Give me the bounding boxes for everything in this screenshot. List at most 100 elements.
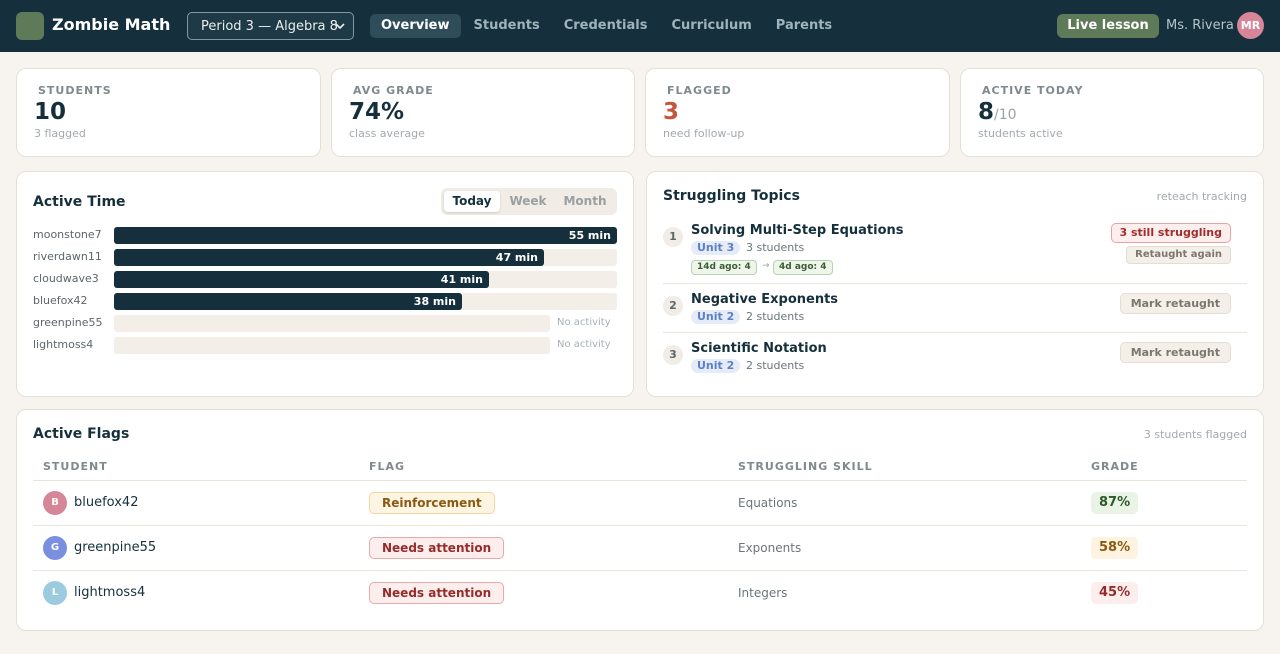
topic-item: 2 Negative Exponents Unit 2 2 students M… <box>663 292 1247 332</box>
retaught-again-button[interactable]: Retaught again <box>1126 246 1231 264</box>
history-tag: 4d ago: 4 <box>773 260 833 275</box>
range-today[interactable]: Today <box>444 191 500 212</box>
topic-title: Negative Exponents <box>691 292 839 307</box>
nav-credentials[interactable]: Credentials <box>553 14 659 38</box>
stat-label: ACTIVE TODAY <box>982 84 1084 97</box>
student-avatar: G <box>43 536 67 560</box>
teacher-name: Ms. Rivera <box>1166 18 1234 33</box>
range-selector: Today Week Month <box>441 188 617 215</box>
nav-parents[interactable]: Parents <box>765 14 843 38</box>
column-header-flag: FLAG <box>369 460 406 473</box>
column-header-grade: GRADE <box>1091 460 1139 473</box>
struggling-skill: Equations <box>738 496 798 510</box>
divider <box>663 283 1247 284</box>
range-month[interactable]: Month <box>556 191 614 212</box>
topic-number: 3 <box>663 345 683 365</box>
still-struggling-badge: 3 still struggling <box>1110 223 1231 243</box>
student-name[interactable]: lightmoss4 <box>74 585 145 600</box>
divider <box>663 332 1247 333</box>
class-selector-value: Period 3 — Algebra 8 <box>201 18 338 34</box>
topic-item: 1 Solving Multi-Step Equations Unit 3 3 … <box>663 223 1247 278</box>
stat-card-flagged: FLAGGED 3 need follow-up <box>645 68 950 157</box>
stat-value: 8/10 <box>978 99 1017 125</box>
column-header-skill: STRUGGLING SKILL <box>738 460 873 473</box>
range-week[interactable]: Week <box>500 191 556 212</box>
flag-badge: Needs attention <box>369 537 505 559</box>
nav-curriculum[interactable]: Curriculum <box>660 14 762 38</box>
teacher-avatar[interactable]: MR <box>1237 12 1264 39</box>
stat-sub: class average <box>349 127 425 140</box>
app-logo-icon <box>16 12 44 40</box>
stat-value: 10 <box>34 99 66 125</box>
topic-student-count: 2 students <box>746 310 805 323</box>
stat-denominator: /10 <box>994 107 1017 123</box>
topic-student-count: 3 students <box>746 241 805 254</box>
column-header-student: STUDENT <box>43 460 108 473</box>
struggling-topics-title: Struggling Topics <box>663 188 800 204</box>
topic-title: Scientific Notation <box>691 341 827 356</box>
active-time-row: bluefox42 38 min <box>33 292 617 310</box>
table-row[interactable]: L lightmoss4 Needs attention Integers 45… <box>33 570 1247 615</box>
topic-number: 1 <box>663 227 683 247</box>
bar-value-label: 47 min <box>495 251 538 264</box>
history-arrow: → <box>762 261 770 271</box>
flag-badge: Reinforcement <box>369 492 495 514</box>
unit-tag: Unit 3 <box>691 241 741 255</box>
stat-label: FLAGGED <box>667 84 732 97</box>
top-bar: Zombie Math Period 3 — Algebra 8 Overvie… <box>0 0 1280 52</box>
main-nav: Overview Students Credentials Curriculum… <box>370 14 845 38</box>
student-name: bluefox42 <box>33 294 88 307</box>
flagged-count-label: 3 students flagged <box>1143 428 1247 441</box>
student-name[interactable]: greenpine55 <box>74 540 156 555</box>
stat-card-students: STUDENTS 10 3 flagged <box>16 68 321 157</box>
struggling-skill: Integers <box>738 586 788 600</box>
nav-overview[interactable]: Overview <box>370 14 461 38</box>
active-time-card: Active Time Today Week Month moonstone7 5… <box>16 171 634 397</box>
student-avatar: B <box>43 491 67 515</box>
table-row[interactable]: B bluefox42 Reinforcement Equations 87% <box>33 480 1247 525</box>
class-selector[interactable]: Period 3 — Algebra 8 <box>187 12 354 40</box>
active-flags-card: Active Flags 3 students flagged STUDENT … <box>16 409 1264 631</box>
table-row[interactable]: G greenpine55 Needs attention Exponents … <box>33 525 1247 570</box>
active-time-row: lightmoss4 No activity <box>33 336 617 354</box>
no-activity-label: No activity <box>557 339 611 350</box>
struggling-skill: Exponents <box>738 541 802 555</box>
nav-students[interactable]: Students <box>463 14 551 38</box>
active-time-title: Active Time <box>33 194 126 210</box>
student-name: greenpine55 <box>33 316 103 329</box>
student-name: cloudwave3 <box>33 272 99 285</box>
grade-badge: 58% <box>1091 537 1139 559</box>
active-time-row: cloudwave3 41 min <box>33 270 617 288</box>
topic-item: 3 Scientific Notation Unit 2 2 students … <box>663 341 1247 381</box>
mark-retaught-button[interactable]: Mark retaught <box>1119 293 1231 314</box>
stat-label: STUDENTS <box>38 84 112 97</box>
history-tag: 14d ago: 4 <box>691 260 757 275</box>
live-lesson-button[interactable]: Live lesson <box>1057 14 1159 38</box>
bar-track <box>114 337 550 354</box>
chevron-down-icon <box>335 23 345 30</box>
stat-number: 74% <box>349 99 405 125</box>
stat-number: 8 <box>978 99 995 125</box>
active-time-row: moonstone7 55 min <box>33 226 617 244</box>
bar-value-label: 41 min <box>440 273 483 286</box>
stat-value: 74% <box>349 99 404 125</box>
stat-sub: 3 flagged <box>34 127 86 140</box>
topic-number: 2 <box>663 296 683 316</box>
stat-label: AVG GRADE <box>353 84 434 97</box>
stat-value: 3 <box>663 99 679 125</box>
unit-tag: Unit 2 <box>691 310 741 324</box>
bar-track <box>114 315 550 332</box>
stat-number: 10 <box>34 99 67 125</box>
stat-card-avg-grade: AVG GRADE 74% class average <box>331 68 635 157</box>
mark-retaught-button[interactable]: Mark retaught <box>1119 342 1231 363</box>
bar-value-label: 55 min <box>568 229 611 242</box>
active-flags-title: Active Flags <box>33 426 130 442</box>
grade-badge: 87% <box>1091 492 1139 514</box>
student-name: riverdawn11 <box>33 250 102 263</box>
student-avatar: L <box>43 581 67 605</box>
student-name[interactable]: bluefox42 <box>74 495 138 510</box>
topic-student-count: 2 students <box>746 359 805 372</box>
stat-sub: students active <box>978 127 1063 140</box>
app-name: Zombie Math <box>52 15 171 34</box>
unit-tag: Unit 2 <box>691 359 741 373</box>
